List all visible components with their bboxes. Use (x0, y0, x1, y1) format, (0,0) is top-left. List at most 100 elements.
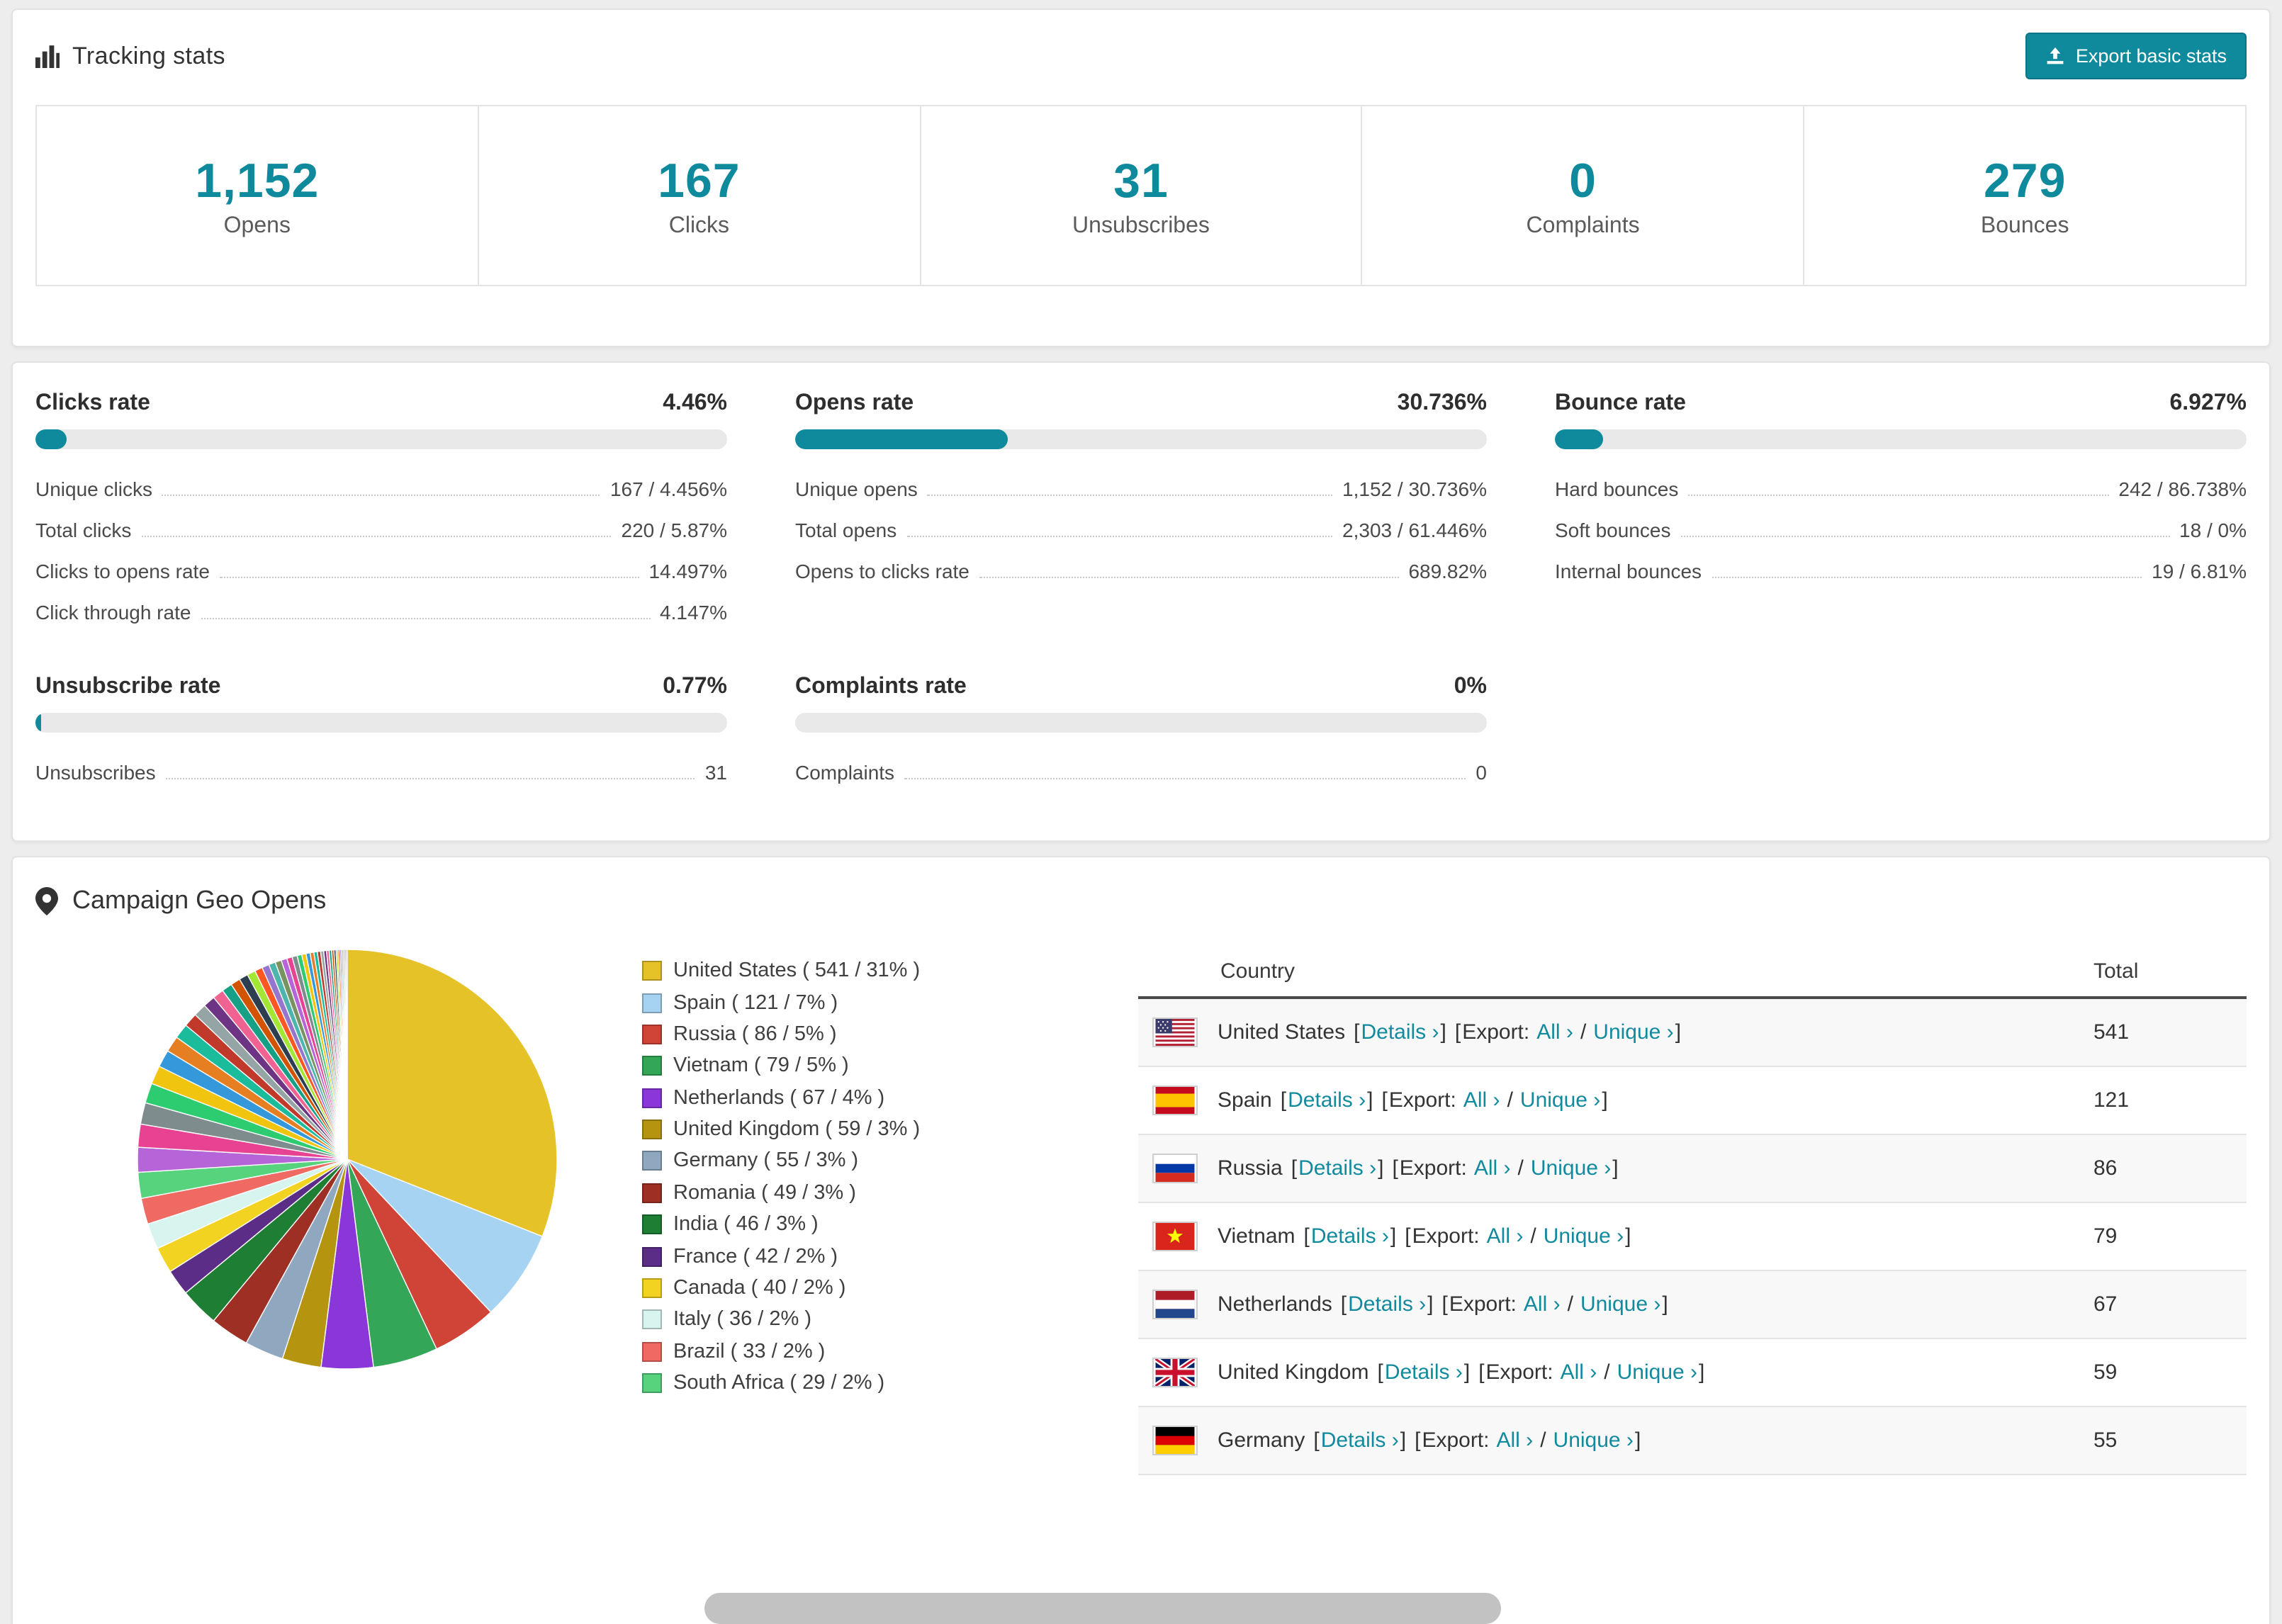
legend-label: Netherlands ( 67 / 4% ) (673, 1086, 885, 1110)
rate-row-value: 2,303 / 61.446% (1342, 518, 1487, 541)
rate-row: Unique clicks 167 / 4.456% (35, 468, 727, 509)
legend-label: Brazil ( 33 / 2% ) (673, 1340, 826, 1363)
dotted-leader (219, 576, 639, 577)
details-link[interactable]: Details › (1298, 1156, 1376, 1180)
total-value: 541 (2093, 1020, 2130, 1044)
legend-item: United Kingdom ( 59 / 3% ) (642, 1114, 971, 1146)
export-unique-link[interactable]: Unique › (1617, 1360, 1697, 1385)
rate-block-complaints: Complaints rate 0% Complaints 0 (795, 675, 1487, 792)
details-link[interactable]: Details › (1385, 1360, 1463, 1385)
rate-row-label: Internal bounces (1555, 559, 1702, 582)
bracket: ] (1367, 1088, 1373, 1112)
details-link[interactable]: Details › (1288, 1088, 1366, 1112)
bracket: ] (1427, 1292, 1434, 1316)
country-name: Spain (1218, 1088, 1272, 1112)
legend-label: United Kingdom ( 59 / 3% ) (673, 1118, 921, 1141)
rate-row: Unsubscribes 31 (35, 751, 727, 792)
legend-item: Brazil ( 33 / 2% ) (642, 1336, 971, 1368)
export-all-link[interactable]: All › (1536, 1020, 1573, 1044)
export-label: Export: (1388, 1088, 1456, 1112)
table-row-spain: Spain[Details ›][Export: All › / Unique ›] … (1138, 1067, 2247, 1135)
legend-swatch (642, 1120, 662, 1140)
legend-label: Romania ( 49 / 3% ) (673, 1181, 856, 1205)
details-link[interactable]: Details › (1321, 1428, 1399, 1453)
geo-opens-table: Country Total United States[Details ›][E… (1138, 947, 2247, 1475)
legend-label: Canada ( 40 / 2% ) (673, 1276, 846, 1299)
rate-block-clicks: Clicks rate 4.46% Unique clicks 167 / 4.4… (35, 391, 727, 632)
export-all-link[interactable]: All › (1561, 1360, 1597, 1385)
legend-label: Spain ( 121 / 7% ) (673, 991, 838, 1015)
rate-row: Hard bounces 242 / 86.738% (1555, 468, 2247, 509)
geo-pie-chart (135, 947, 560, 1372)
export-label: Export: (1449, 1292, 1517, 1316)
bracket: [ (1454, 1020, 1461, 1044)
export-all-link[interactable]: All › (1474, 1156, 1511, 1180)
legend-label: Germany ( 55 / 3% ) (673, 1149, 859, 1173)
stat-clicks: 167 Clicks (477, 106, 920, 285)
rate-row-label: Unique opens (795, 477, 918, 500)
stat-opens: 1,152 Opens (37, 106, 478, 285)
export-all-link[interactable]: All › (1487, 1224, 1524, 1248)
stat-unsubscribes: 31 Unsubscribes (919, 106, 1361, 285)
bracket: ] (1612, 1156, 1619, 1180)
legend-swatch (642, 1183, 662, 1203)
legend-label: United States ( 541 / 31% ) (673, 959, 921, 983)
unsubscribe-rate-title: Unsubscribe rate (35, 675, 221, 699)
export-unique-link[interactable]: Unique › (1520, 1088, 1600, 1112)
tracking-stats-title-text: Tracking stats (72, 42, 225, 69)
bounce-rate-title: Bounce rate (1555, 391, 1686, 415)
bracket: [ (1441, 1292, 1448, 1316)
clicks-rate-value: 4.46% (663, 391, 727, 415)
complaints-rate-progressbar (795, 713, 1487, 733)
bracket: [ (1381, 1088, 1388, 1112)
export-basic-stats-button[interactable]: Export basic stats (2025, 33, 2247, 79)
horizontal-scrollbar[interactable] (704, 1593, 1501, 1624)
map-pin-icon (35, 886, 58, 915)
stats-strip: 1,152 Opens 167 Clicks 31 Unsubscribes 0… (35, 105, 2247, 286)
bracket: [ (1405, 1224, 1411, 1248)
rate-row: Clicks to opens rate 14.497% (35, 550, 727, 591)
rate-row-value: 689.82% (1408, 559, 1487, 582)
legend-item: United States ( 541 / 31% ) (642, 955, 971, 987)
export-unique-link[interactable]: Unique › (1553, 1428, 1634, 1453)
export-unique-link[interactable]: Unique › (1531, 1156, 1611, 1180)
unsubscribe-rate-progress-fill (35, 713, 41, 733)
rate-row-label: Clicks to opens rate (35, 559, 210, 582)
details-link[interactable]: Details › (1311, 1224, 1389, 1248)
legend-item: Romania ( 49 / 3% ) (642, 1177, 971, 1209)
dotted-leader (927, 494, 1333, 495)
details-link[interactable]: Details › (1361, 1020, 1439, 1044)
opens-rate-progress-fill (795, 429, 1008, 449)
export-all-link[interactable]: All › (1463, 1088, 1500, 1112)
export-unique-link[interactable]: Unique › (1593, 1020, 1673, 1044)
legend-swatch (642, 1278, 662, 1298)
details-link[interactable]: Details › (1348, 1292, 1426, 1316)
export-unique-link[interactable]: Unique › (1544, 1224, 1624, 1248)
table-row-united-states: United States[Details ›][Export: All › / Un… (1138, 999, 2247, 1067)
bracket: ] (1675, 1020, 1682, 1044)
export-all-link[interactable]: All › (1524, 1292, 1561, 1316)
legend-swatch (642, 1309, 662, 1330)
rate-row: Total clicks 220 / 5.87% (35, 509, 727, 550)
separator: / (1517, 1156, 1524, 1180)
bounce-rate-progressbar (1555, 429, 2247, 449)
rate-row: Click through rate 4.147% (35, 591, 727, 632)
export-all-link[interactable]: All › (1497, 1428, 1534, 1453)
export-icon (2046, 46, 2066, 66)
legend-swatch (642, 1024, 662, 1044)
separator: / (1604, 1360, 1610, 1385)
bracket: ] (1699, 1360, 1705, 1385)
stat-clicks-label: Clicks (668, 214, 730, 238)
legend-swatch (642, 1088, 662, 1108)
rate-row-value: 167 / 4.456% (609, 477, 727, 500)
dotted-leader (162, 494, 600, 495)
export-unique-link[interactable]: Unique › (1580, 1292, 1660, 1316)
tracking-stats-title: Tracking stats (35, 42, 225, 70)
rate-row-label: Opens to clicks rate (795, 559, 969, 582)
bounce-rate-progress-fill (1555, 429, 1603, 449)
bracket: ] (1662, 1292, 1668, 1316)
bracket: ] (1440, 1020, 1446, 1044)
table-row-vietnam: Vietnam[Details ›][Export: All › / Unique ›… (1138, 1203, 2247, 1271)
table-header-row: Country Total (1138, 947, 2247, 999)
stat-complaints-value: 0 (1569, 154, 1597, 208)
